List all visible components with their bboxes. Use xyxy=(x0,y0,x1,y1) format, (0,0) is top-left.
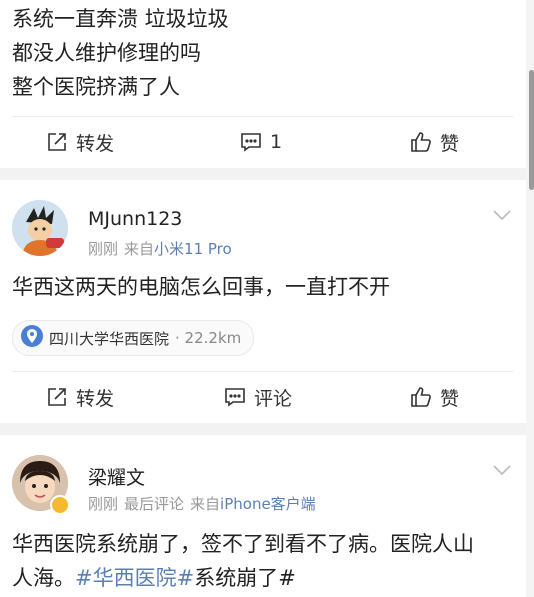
location-tag[interactable]: 四川大学华西医院 · 22.2km xyxy=(12,320,255,356)
hashtag-link[interactable]: #华西医院# xyxy=(75,566,194,590)
repost-button[interactable]: 转发 xyxy=(46,371,114,423)
post-3-text-line-2: 人海。#华西医院#系统崩了# xyxy=(12,561,296,595)
comment-label: 评论 xyxy=(254,387,293,410)
repost-icon xyxy=(46,386,68,408)
post-1-line-3: 整个医院挤满了人 xyxy=(12,75,180,99)
post-2-text: 华西这两天的电脑怎么回事，一直打不开 xyxy=(12,275,390,299)
avatar[interactable] xyxy=(12,200,68,256)
post-3-text-line-1: 华西医院系统崩了，签不了到看不了病。医院人山 xyxy=(12,532,474,556)
comment-icon xyxy=(224,386,246,408)
like-icon xyxy=(410,386,432,408)
last-comment-label: 最后评论 xyxy=(124,495,185,513)
comment-button[interactable]: 评论 xyxy=(224,371,292,423)
source-prefix: 来自 xyxy=(124,240,155,258)
source-device[interactable]: iPhone客户端 xyxy=(220,495,316,513)
post-meta: 刚刚 最后评论 来自iPhone客户端 xyxy=(88,493,316,514)
post-1-action-bar: 转发 1 赞 xyxy=(0,116,526,168)
hashtag-text[interactable]: 系统崩了# xyxy=(194,566,296,590)
post-2: MJunn123 刚刚 来自小米11 Pro 华西这两天的电脑怎么回事，一直打不开… xyxy=(0,180,526,423)
repost-button[interactable]: 转发 xyxy=(46,116,114,168)
post-2-action-bar: 转发 评论 赞 xyxy=(0,371,526,423)
source-prefix: 来自 xyxy=(190,495,221,513)
post-separator xyxy=(0,423,526,435)
chevron-down-icon[interactable] xyxy=(492,206,512,221)
location-distance: · 22.2km xyxy=(175,329,242,347)
post-3: 梁耀文 刚刚 最后评论 来自iPhone客户端 华西医院系统崩了，签不了到看不了病。… xyxy=(0,435,526,597)
like-button[interactable]: 赞 xyxy=(410,116,459,168)
verified-badge-icon xyxy=(50,495,70,515)
post-1-line-1: 系统一直奔溃 垃圾垃圾 xyxy=(12,7,229,31)
repost-icon xyxy=(46,131,68,153)
comment-button[interactable]: 1 xyxy=(240,116,282,168)
comment-icon xyxy=(240,131,262,153)
text-plain: 人海。 xyxy=(12,566,75,590)
location-name: 四川大学华西医院 xyxy=(49,329,170,348)
post-1: 系统一直奔溃 垃圾垃圾 都没人维护修理的吗 整个医院挤满了人 转发 1 赞 xyxy=(0,0,526,168)
post-separator xyxy=(0,168,526,180)
like-icon xyxy=(410,131,432,153)
source-device[interactable]: 小米11 Pro xyxy=(154,240,232,258)
repost-label: 转发 xyxy=(76,387,115,410)
scrollbar[interactable] xyxy=(529,70,534,190)
like-button[interactable]: 赞 xyxy=(410,371,459,423)
timestamp: 刚刚 xyxy=(88,495,119,513)
username[interactable]: MJunn123 xyxy=(88,208,182,230)
like-label: 赞 xyxy=(440,387,460,410)
chevron-down-icon[interactable] xyxy=(492,461,512,476)
like-label: 赞 xyxy=(440,132,460,155)
post-1-line-2: 都没人维护修理的吗 xyxy=(12,41,201,65)
comment-count: 1 xyxy=(270,131,283,153)
username[interactable]: 梁耀文 xyxy=(88,463,145,490)
location-pin-icon xyxy=(21,325,43,351)
post-meta: 刚刚 来自小米11 Pro xyxy=(88,238,232,259)
timestamp: 刚刚 xyxy=(88,240,119,258)
repost-label: 转发 xyxy=(76,132,115,155)
